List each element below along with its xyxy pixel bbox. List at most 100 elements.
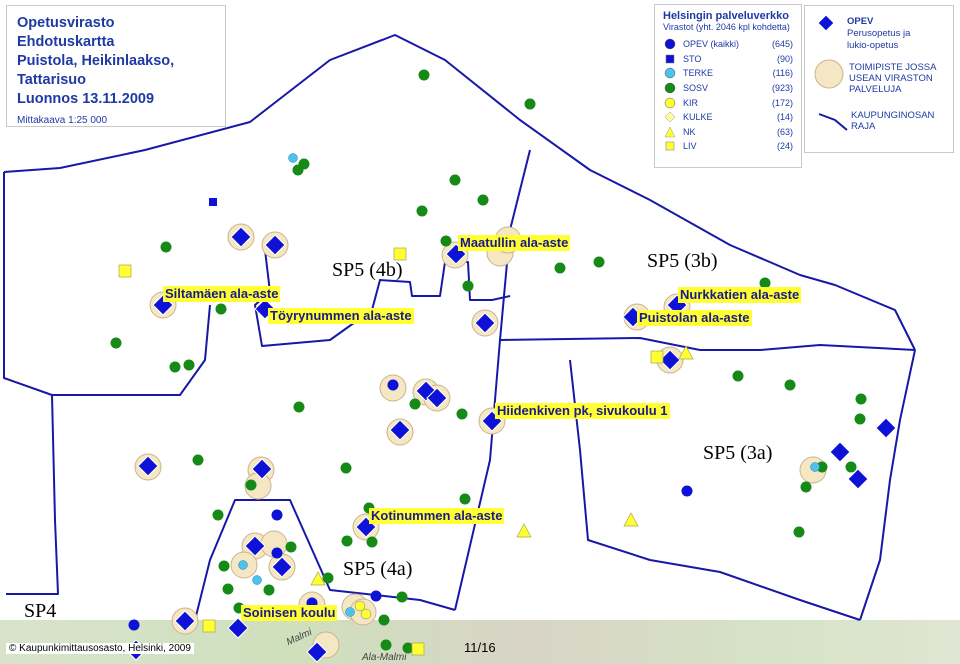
sosv-point[interactable] <box>218 560 230 572</box>
sosv-point[interactable] <box>462 280 474 292</box>
service-legend: Helsingin palveluverkko Virastot (yht. 2… <box>654 4 802 168</box>
sosv-point[interactable] <box>212 509 224 521</box>
area-label-sp5-4b: SP5 (4b) <box>332 259 403 281</box>
sosv-point[interactable] <box>440 235 452 247</box>
opev-diamond-icon <box>817 14 835 32</box>
sosv-point[interactable] <box>418 69 430 81</box>
sosv-point[interactable] <box>732 370 744 382</box>
sosv-point[interactable] <box>110 337 122 349</box>
opev-point[interactable] <box>387 379 399 391</box>
boundary-west-upper <box>3 172 53 396</box>
sto-point[interactable] <box>209 198 217 206</box>
sosv-point[interactable] <box>593 256 605 268</box>
liv-point[interactable] <box>650 350 664 364</box>
legend-item-kulke: KULKE (14) <box>663 110 793 125</box>
sosv-point[interactable] <box>293 401 305 413</box>
legend-symbol-icon <box>663 38 677 50</box>
sosv-point[interactable] <box>285 541 297 553</box>
sosv-point[interactable] <box>245 479 257 491</box>
school-label-kotinummi[interactable]: Kotinummen ala-aste <box>369 508 505 524</box>
sosv-point[interactable] <box>854 413 866 425</box>
sosv-point[interactable] <box>855 393 867 405</box>
opev-point[interactable] <box>370 590 382 602</box>
legend-item-count: (24) <box>776 141 793 152</box>
terke-point[interactable] <box>252 575 262 585</box>
sosv-point[interactable] <box>380 639 392 651</box>
sosv-point[interactable] <box>456 408 468 420</box>
sosv-point[interactable] <box>340 462 352 474</box>
sosv-point[interactable] <box>263 584 275 596</box>
school-label-nurkkatie[interactable]: Nurkkatien ala-aste <box>678 287 802 303</box>
legend-item-count: (116) <box>772 68 793 79</box>
sosv-point[interactable] <box>192 454 204 466</box>
opev-school-point[interactable] <box>829 441 851 463</box>
legend-item-name: SOSV <box>683 83 709 94</box>
sosv-point[interactable] <box>477 194 489 206</box>
sosv-point[interactable] <box>793 526 805 538</box>
legend-item-nk: NK (63) <box>663 125 793 140</box>
legend-item-name: STO <box>683 53 702 64</box>
sosv-point[interactable] <box>416 205 428 217</box>
school-label-soininen[interactable]: Soinisen koulu <box>241 605 338 621</box>
opev-school-point[interactable] <box>227 617 249 639</box>
sosv-point[interactable] <box>222 583 234 595</box>
sosv-point[interactable] <box>322 572 334 584</box>
sosv-point[interactable] <box>160 241 172 253</box>
liv-point[interactable] <box>411 642 425 656</box>
terke-point[interactable] <box>810 462 820 472</box>
opev-point[interactable] <box>271 509 283 521</box>
legend-item-count: (63) <box>776 126 793 137</box>
sosv-point[interactable] <box>845 461 857 473</box>
sosv-point[interactable] <box>183 359 195 371</box>
sosv-point[interactable] <box>524 98 536 110</box>
terke-point[interactable] <box>238 560 248 570</box>
opev-point[interactable] <box>128 619 140 631</box>
copyright-credit: © Kaupunkimittausosasto, Helsinki, 2009 <box>6 643 194 654</box>
legend-item-opev: OPEV (kaikki) (645) <box>663 37 793 52</box>
school-label-siltamaki[interactable]: Siltamäen ala-aste <box>163 286 281 302</box>
legend-symbol-icon <box>663 140 677 152</box>
sosv-point[interactable] <box>341 535 353 547</box>
school-label-hiidenkivi[interactable]: Hiidenkiven pk, sivukoulu 1 <box>495 403 670 419</box>
sosv-point[interactable] <box>396 591 408 603</box>
sosv-point[interactable] <box>169 361 181 373</box>
sosv-point[interactable] <box>449 174 461 186</box>
legend-heading: Helsingin palveluverkko <box>663 10 789 22</box>
legend-opev-title: OPEV <box>847 16 874 27</box>
legend-boundary-desc-2: RAJA <box>851 121 876 132</box>
sosv-point[interactable] <box>554 262 566 274</box>
kir-point[interactable] <box>354 600 366 612</box>
sosv-point[interactable] <box>292 164 304 176</box>
school-label-puistola[interactable]: Puistolan ala-aste <box>637 310 752 326</box>
nk-point[interactable] <box>516 523 532 538</box>
legend-item-count: (172) <box>771 97 793 108</box>
boundary-line-icon <box>818 113 848 131</box>
legend-multi-desc-3: PALVELUJA <box>849 84 902 95</box>
legend-item-name: TERKE <box>683 68 714 79</box>
opev-point[interactable] <box>271 547 283 559</box>
title-line-2: Ehdotuskartta <box>17 34 115 50</box>
legend-item-count: (645) <box>771 39 793 50</box>
sosv-point[interactable] <box>409 398 421 410</box>
legend-item-name: KULKE <box>683 112 713 123</box>
opev-school-point[interactable] <box>875 417 897 439</box>
terke-point[interactable] <box>345 607 355 617</box>
legend-opev-desc-1: Perusopetus ja <box>847 28 911 39</box>
opev-point[interactable] <box>681 485 693 497</box>
school-label-maatulli[interactable]: Maatullin ala-aste <box>458 235 571 251</box>
sosv-point[interactable] <box>366 536 378 548</box>
liv-point[interactable] <box>118 264 132 278</box>
area-label-sp5-3b: SP5 (3b) <box>647 250 718 272</box>
legend-item-terke: TERKE (116) <box>663 66 793 81</box>
terke-point[interactable] <box>288 153 298 163</box>
sosv-point[interactable] <box>215 303 227 315</box>
sosv-point[interactable] <box>800 481 812 493</box>
legend-item-count: (923) <box>771 83 793 94</box>
nk-point[interactable] <box>623 512 639 527</box>
liv-point[interactable] <box>202 619 216 633</box>
legend-item-name: KIR <box>683 97 699 108</box>
sosv-point[interactable] <box>378 614 390 626</box>
sosv-point[interactable] <box>784 379 796 391</box>
school-label-toyrynummi[interactable]: Töyrynummen ala-aste <box>268 308 414 324</box>
sosv-point[interactable] <box>459 493 471 505</box>
